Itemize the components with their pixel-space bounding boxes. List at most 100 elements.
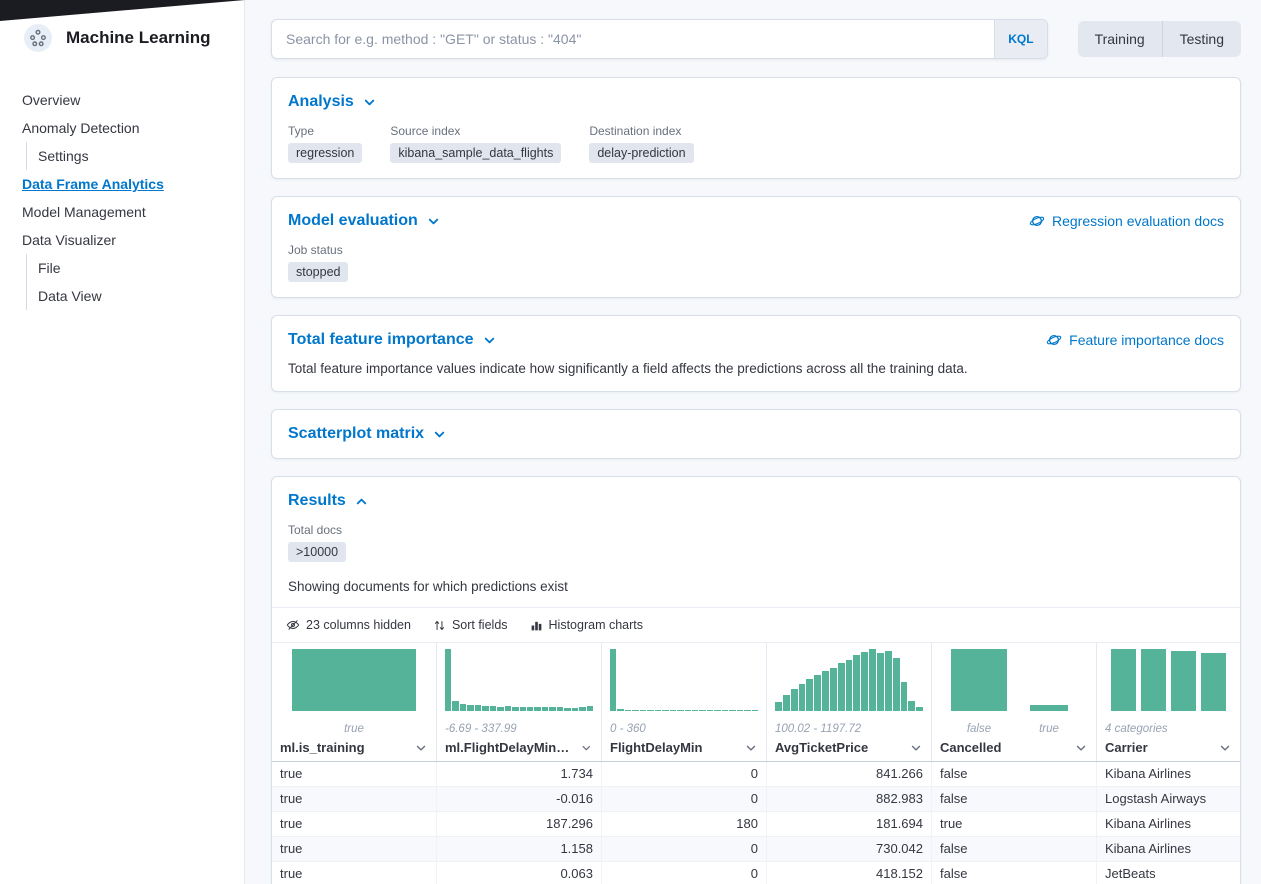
column-header-Carrier: 4 categoriesCarrier — [1097, 643, 1240, 761]
histogram-bar — [512, 707, 518, 711]
grid-cell[interactable]: -0.016 — [437, 787, 602, 811]
column-name-row[interactable]: Carrier — [1097, 738, 1240, 761]
column-name-row[interactable]: ml.is_training — [272, 738, 436, 761]
histogram-bar — [722, 710, 728, 711]
grid-cell[interactable]: 418.152 — [767, 862, 932, 884]
histogram-bar — [460, 704, 466, 711]
columns-hidden-label: 23 columns hidden — [306, 618, 411, 632]
column-actions-icon[interactable] — [1074, 741, 1088, 755]
training-button[interactable]: Training — [1078, 21, 1162, 57]
sidebar-item-overview[interactable]: Overview — [22, 86, 236, 114]
grid-cell[interactable]: 181.694 — [767, 812, 932, 836]
analysis-section-toggle[interactable]: Analysis — [288, 93, 377, 111]
histogram-bar — [714, 710, 720, 711]
grid-cell[interactable]: true — [272, 812, 437, 836]
grid-cell[interactable]: 841.266 — [767, 762, 932, 786]
kql-button[interactable]: KQL — [994, 20, 1046, 58]
sidebar-nav: Overview Anomaly Detection Settings Data… — [0, 60, 244, 310]
histogram-bar — [655, 710, 661, 711]
scatterplot-section-toggle[interactable]: Scatterplot matrix — [288, 425, 447, 443]
histogram-bar — [527, 707, 533, 711]
column-name-row[interactable]: AvgTicketPrice — [767, 738, 931, 761]
analysis-field-destination-index: Destination index delay-prediction — [589, 124, 693, 163]
sort-fields-button[interactable]: Sort fields — [427, 612, 514, 638]
column-actions-icon[interactable] — [909, 741, 923, 755]
sidebar-item-anomaly-detection[interactable]: Anomaly Detection — [22, 114, 236, 142]
sidebar-item-data-frame-analytics[interactable]: Data Frame Analytics — [22, 170, 236, 198]
sidebar-item-data-view[interactable]: Data View — [38, 282, 236, 310]
grid-cell[interactable]: true — [272, 862, 437, 884]
histogram-bar — [542, 707, 548, 711]
grid-cell[interactable]: Logstash Airways — [1097, 787, 1240, 811]
histogram-bar — [916, 707, 923, 711]
grid-cell[interactable]: 882.983 — [767, 787, 932, 811]
histogram-bar — [901, 682, 908, 711]
histogram-bar — [908, 701, 915, 711]
grid-cell[interactable]: 180 — [602, 812, 767, 836]
grid-cell[interactable]: Kibana Airlines — [1097, 762, 1240, 786]
grid-cell[interactable]: false — [932, 837, 1097, 861]
grid-cell[interactable]: false — [932, 862, 1097, 884]
search-input[interactable] — [272, 20, 994, 58]
model-evaluation-section-toggle[interactable]: Model evaluation — [288, 212, 441, 230]
grid-cell[interactable]: 187.296 — [437, 812, 602, 836]
destination-index-badge: delay-prediction — [589, 143, 693, 163]
sidebar-item-model-management[interactable]: Model Management — [22, 198, 236, 226]
histogram-bar — [685, 710, 691, 711]
sidebar-item-file[interactable]: File — [38, 254, 236, 282]
feature-importance-docs-link[interactable]: Feature importance docs — [1046, 332, 1224, 348]
histogram-bar — [534, 707, 540, 711]
grid-cell[interactable]: 0 — [602, 837, 767, 861]
column-histogram — [932, 643, 1096, 711]
column-actions-icon[interactable] — [580, 741, 593, 755]
grid-cell[interactable]: 0 — [602, 787, 767, 811]
column-histogram — [602, 643, 766, 711]
histogram-bar — [1171, 651, 1196, 711]
grid-cell[interactable]: true — [932, 812, 1097, 836]
grid-cell[interactable]: Kibana Airlines — [1097, 812, 1240, 836]
sidebar-item-data-visualizer[interactable]: Data Visualizer — [22, 226, 236, 254]
sidebar-item-settings[interactable]: Settings — [38, 142, 236, 170]
grid-cell[interactable]: JetBeats — [1097, 862, 1240, 884]
column-histogram — [1097, 643, 1240, 711]
histogram-bar — [814, 675, 821, 711]
feature-importance-section-toggle[interactable]: Total feature importance — [288, 331, 497, 349]
column-actions-icon[interactable] — [1218, 741, 1232, 755]
grid-cell[interactable]: false — [932, 762, 1097, 786]
column-name-row[interactable]: FlightDelayMin — [602, 738, 766, 761]
grid-cell[interactable]: 0.063 — [437, 862, 602, 884]
column-header-Cancelled: falsetrueCancelled — [932, 643, 1097, 761]
grid-cell[interactable]: true — [272, 787, 437, 811]
columns-hidden-button[interactable]: 23 columns hidden — [280, 612, 417, 638]
column-name: AvgTicketPrice — [775, 740, 868, 755]
histogram-bar — [587, 706, 593, 711]
histogram-slot — [1109, 649, 1139, 711]
grid-cell[interactable]: true — [272, 837, 437, 861]
histogram-bar — [452, 701, 458, 711]
grid-cell[interactable]: 730.042 — [767, 837, 932, 861]
histogram-bar — [505, 706, 511, 711]
regression-evaluation-docs-link[interactable]: Regression evaluation docs — [1029, 213, 1224, 229]
testing-button[interactable]: Testing — [1162, 21, 1241, 57]
results-section-toggle[interactable]: Results — [288, 492, 369, 510]
grid-cell[interactable]: 1.158 — [437, 837, 602, 861]
chevron-up-icon — [354, 494, 369, 509]
grid-cell[interactable]: Kibana Airlines — [1097, 837, 1240, 861]
grid-cell[interactable]: 0 — [602, 762, 767, 786]
source-index-badge: kibana_sample_data_flights — [390, 143, 561, 163]
column-name-row[interactable]: ml.FlightDelayMin_pred — [437, 738, 601, 761]
histogram-bar — [1201, 653, 1226, 711]
column-actions-icon[interactable] — [414, 741, 428, 755]
grid-cell[interactable]: 1.734 — [437, 762, 602, 786]
grid-cell[interactable]: true — [272, 762, 437, 786]
grid-cell[interactable]: false — [932, 787, 1097, 811]
histogram-bar — [625, 710, 631, 711]
histogram-bar — [475, 705, 481, 711]
job-status-label: Job status — [288, 243, 1224, 257]
column-actions-icon[interactable] — [744, 741, 758, 755]
histogram-charts-button[interactable]: Histogram charts — [524, 612, 649, 638]
histogram-bar — [1141, 649, 1166, 711]
training-testing-toggle: Training Testing — [1078, 21, 1241, 57]
grid-cell[interactable]: 0 — [602, 862, 767, 884]
column-name-row[interactable]: Cancelled — [932, 738, 1096, 761]
